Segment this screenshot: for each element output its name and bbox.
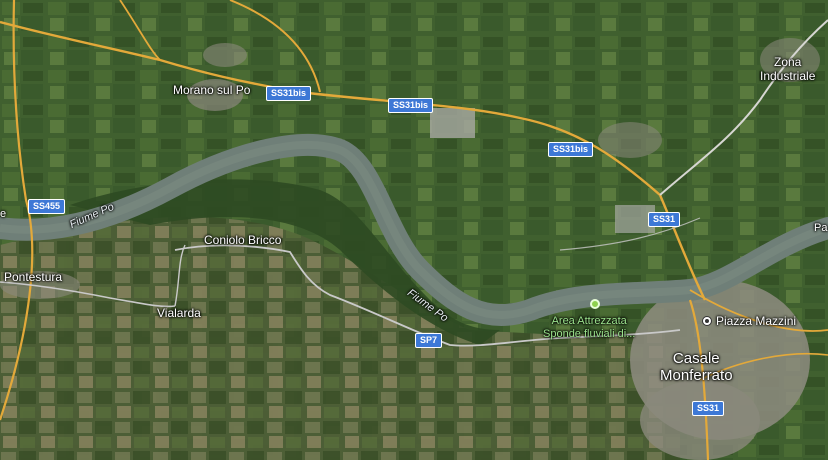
road-shield-ss31bis: SS31bis (548, 142, 594, 157)
place-label-vialarda[interactable]: Vialarda (157, 306, 201, 320)
road-shield-ss455: SS455 (28, 199, 66, 214)
road-shield-ss31bis: SS31bis (388, 98, 434, 113)
road-shield-ss31: SS31 (648, 212, 681, 227)
park-marker-icon[interactable] (590, 299, 600, 309)
map-view[interactable]: Morano sul Po Zona Industriale Pontestur… (0, 0, 828, 460)
satellite-base-map (0, 0, 828, 460)
poi-marker-icon[interactable] (702, 316, 712, 326)
place-label-coniolo-bricco[interactable]: Coniolo Bricco (204, 233, 281, 247)
poi-label-area-attrezzata[interactable]: Area Attrezzata Sponde fluviali di... (543, 315, 635, 341)
road-shield-sp7: SP7 (415, 333, 443, 348)
road-shield-ss31bis: SS31bis (266, 86, 312, 101)
road-shield-ss31: SS31 (692, 401, 725, 416)
place-label-pontestura[interactable]: Pontestura (4, 270, 62, 284)
place-label-zona-industriale[interactable]: Zona Industriale (760, 55, 815, 83)
poi-label-piazza-mazzini[interactable]: Piazza Mazzini (716, 314, 796, 328)
place-label-edge-left: e (0, 208, 7, 220)
place-label-morano[interactable]: Morano sul Po (173, 83, 250, 97)
place-label-casale-monferrato[interactable]: Casale Monferrato (660, 350, 733, 384)
place-label-edge-right: Pa (814, 222, 828, 234)
